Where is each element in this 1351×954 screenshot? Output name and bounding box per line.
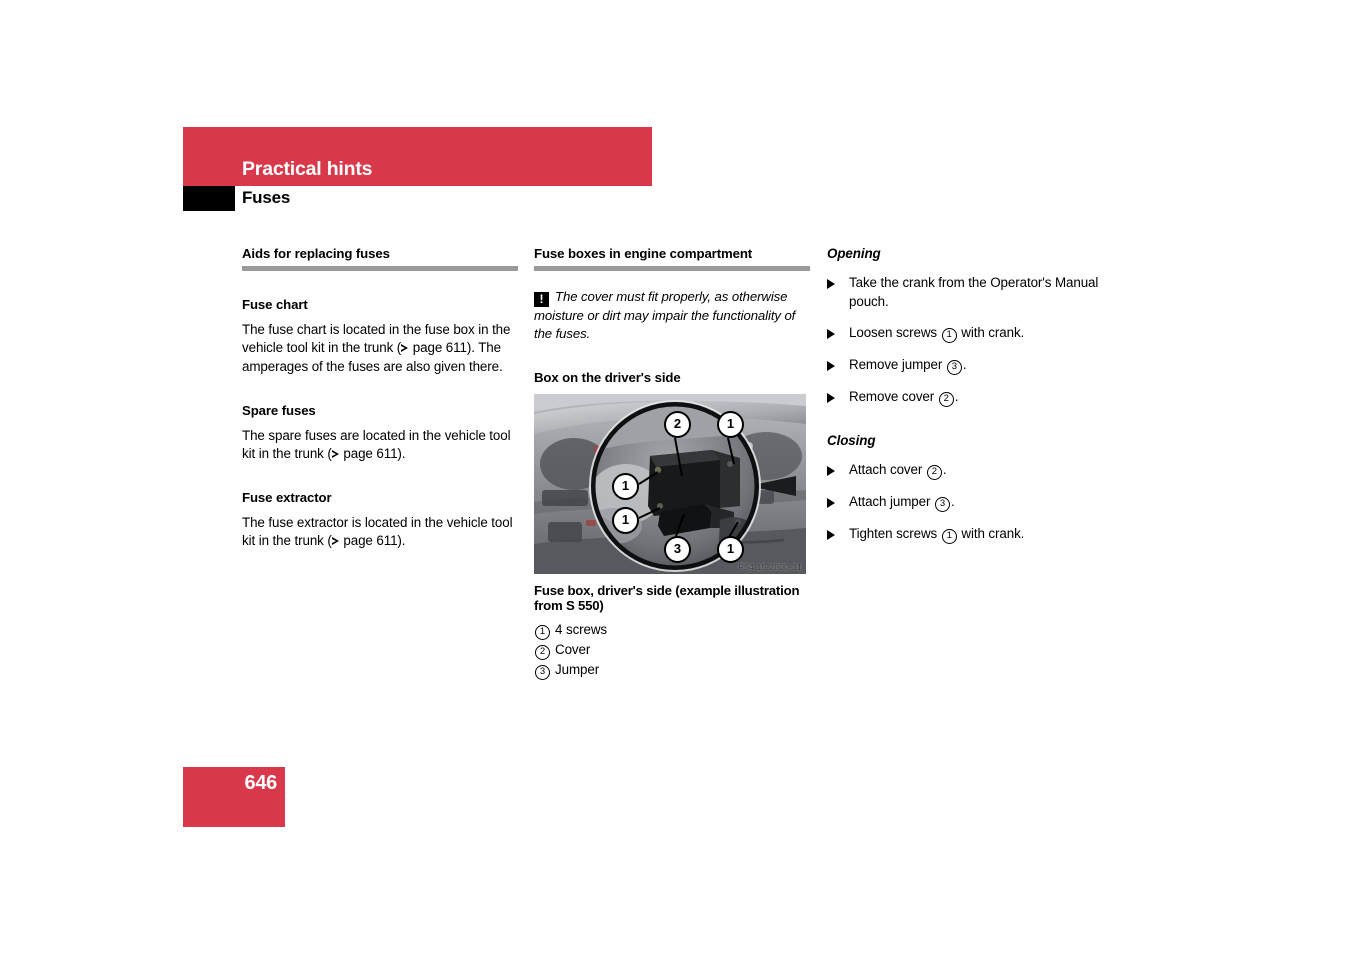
subheading-fuse-chart: Fuse chart bbox=[242, 296, 308, 312]
step-text-after: . bbox=[942, 462, 947, 478]
procedure-step: Attach cover 2. bbox=[827, 461, 1103, 481]
step-text-before: Tighten screws bbox=[849, 526, 941, 542]
step-text-before: Attach cover bbox=[849, 462, 926, 478]
step-text-before: Remove jumper bbox=[849, 357, 946, 373]
procedure-step: Remove jumper 3. bbox=[827, 356, 1103, 376]
step-circled-number: 1 bbox=[941, 529, 957, 545]
step-text-before: Take the crank from the Operator's Manua… bbox=[849, 275, 1099, 309]
triangle-bullet-icon bbox=[827, 329, 835, 340]
procedure-list-closing: Attach cover 2. Attach jumper 3. Tighten… bbox=[827, 461, 1103, 545]
warning-note-text: The cover must fit properly, as otherwis… bbox=[534, 288, 796, 342]
step-circled-number: 3 bbox=[934, 497, 950, 513]
page-reference-icon bbox=[331, 450, 339, 459]
legend-number: 3 bbox=[535, 664, 550, 680]
triangle-bullet-icon bbox=[827, 466, 835, 477]
procedure-heading-closing: Closing bbox=[827, 433, 876, 449]
procedure-step: Attach jumper 3. bbox=[827, 493, 1103, 513]
legend-label: Jumper bbox=[555, 661, 600, 677]
paragraph-spare-fuses: The spare fuses are located in the vehic… bbox=[242, 427, 518, 464]
column-right: Opening Take the crank from the Operator… bbox=[827, 246, 1103, 545]
column-middle-heading: Fuse boxes in engine compartment bbox=[534, 246, 753, 261]
legend-item: 3 Jumper bbox=[534, 660, 810, 680]
step-text-after: . bbox=[950, 494, 955, 510]
procedure-step: Loosen screws 1 with crank. bbox=[827, 324, 1103, 344]
section-tab-marker bbox=[183, 186, 235, 211]
triangle-bullet-icon bbox=[827, 498, 835, 509]
subheading-spare-fuses: Spare fuses bbox=[242, 402, 316, 418]
figure-caption: Fuse box, driver's side (example illustr… bbox=[534, 582, 800, 614]
step-circled-number: 3 bbox=[946, 360, 962, 376]
manual-page: Practical hints Fuses Aids for replacing… bbox=[0, 0, 1351, 954]
column-middle: Fuse boxes in engine compartment ! The co… bbox=[534, 246, 810, 680]
figure-callout: 1 bbox=[717, 410, 744, 438]
legend-label: Cover bbox=[555, 641, 591, 657]
paragraph-text-ref: page 611). bbox=[339, 533, 406, 549]
figure-callout: 1 bbox=[612, 506, 639, 534]
figure-reference-code: P54.15-2800-31 bbox=[738, 561, 802, 572]
page-reference-icon bbox=[331, 537, 339, 546]
triangle-bullet-icon bbox=[827, 361, 835, 372]
step-text-before: Loosen screws bbox=[849, 325, 941, 341]
figure-callout: 1 bbox=[717, 535, 744, 563]
step-text-before: Attach jumper bbox=[849, 494, 934, 510]
triangle-bullet-icon bbox=[827, 393, 835, 404]
procedure-step: Take the crank from the Operator's Manua… bbox=[827, 274, 1103, 311]
fuse-box-figure: 2 1 1 1 3 1 P54.15-2800-31 bbox=[534, 393, 806, 574]
figure-callout: 1 bbox=[612, 472, 639, 500]
legend-item: 1 4 screws bbox=[534, 620, 810, 640]
step-text-before: Remove cover bbox=[849, 389, 938, 405]
step-circled-number: 2 bbox=[926, 465, 942, 481]
procedure-step: Remove cover 2. bbox=[827, 388, 1103, 408]
step-text-after: with crank. bbox=[957, 325, 1025, 341]
legend-item: 2 Cover bbox=[534, 640, 810, 660]
figure-callout: 2 bbox=[664, 410, 691, 438]
figure-legend: 1 4 screws 2 Cover 3 Jumper bbox=[534, 620, 810, 680]
step-text-after: with crank. bbox=[957, 526, 1025, 542]
subheading-fuse-extractor: Fuse extractor bbox=[242, 489, 332, 505]
legend-number: 2 bbox=[535, 644, 550, 660]
figure-callout: 3 bbox=[664, 535, 691, 563]
triangle-bullet-icon bbox=[827, 279, 835, 289]
column-left-heading: Aids for replacing fuses bbox=[242, 246, 390, 261]
procedure-list-opening: Take the crank from the Operator's Manua… bbox=[827, 274, 1103, 408]
column-left: Aids for replacing fuses Fuse chart The … bbox=[242, 246, 518, 551]
subheading-box-drivers-side: Box on the driver's side bbox=[534, 369, 681, 385]
paragraph-fuse-extractor: The fuse extractor is located in the veh… bbox=[242, 514, 518, 551]
section-title: Fuses bbox=[242, 188, 291, 207]
procedure-step: Tighten screws 1 with crank. bbox=[827, 525, 1103, 545]
warning-exclamation-icon: ! bbox=[534, 291, 549, 307]
page-number-block: 646 bbox=[183, 767, 285, 827]
chapter-title: Practical hints bbox=[242, 158, 373, 180]
legend-label: 4 screws bbox=[555, 621, 608, 637]
warning-note: ! The cover must fit properly, as otherwi… bbox=[534, 288, 810, 344]
page-number: 646 bbox=[244, 772, 278, 794]
step-text-after: . bbox=[954, 389, 959, 405]
paragraph-fuse-chart: The fuse chart is located in the fuse bo… bbox=[242, 321, 518, 377]
chapter-header-band: Practical hints bbox=[183, 127, 652, 186]
step-text-after: . bbox=[962, 357, 967, 373]
step-circled-number: 2 bbox=[938, 392, 954, 408]
procedure-heading-opening: Opening bbox=[827, 246, 881, 261]
step-circled-number: 1 bbox=[941, 328, 957, 344]
legend-number: 1 bbox=[535, 624, 550, 640]
triangle-bullet-icon bbox=[827, 530, 835, 541]
paragraph-text-ref: page 611). bbox=[339, 446, 406, 462]
page-reference-icon bbox=[401, 344, 409, 353]
